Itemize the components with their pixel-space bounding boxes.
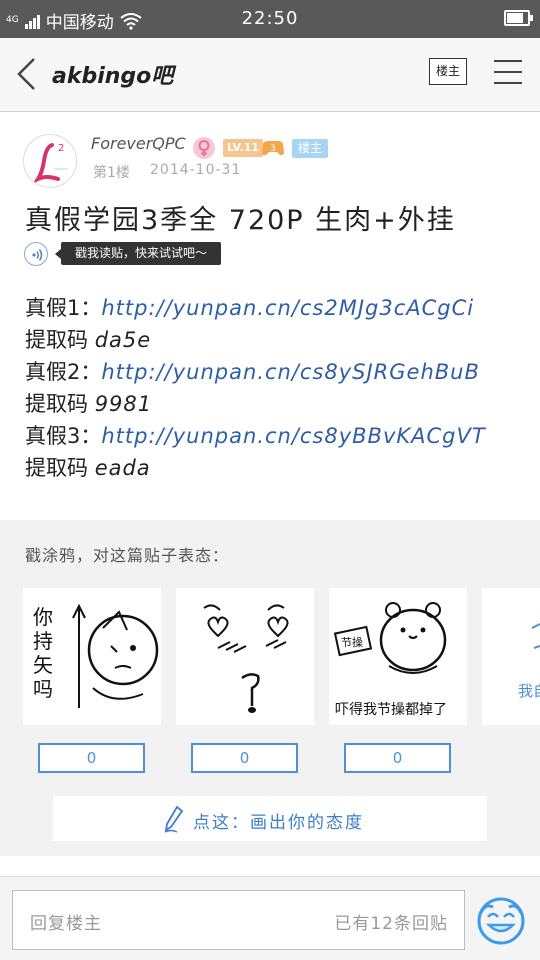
doodle-card[interactable]: 你 持 矢 吗: [23, 588, 161, 725]
share-link[interactable]: http://yunpan.cn/cs2MJg3cACgCi: [101, 296, 474, 320]
post-content: 真假1：http://yunpan.cn/cs2MJg3cACgCi 提取码 d…: [25, 292, 486, 484]
draw-doodle-label: 点这：画出你的态度: [193, 813, 364, 833]
voice-read-tooltip: 戳我读贴，快来试试吧～: [54, 242, 222, 265]
post-date: 2014-10-31: [150, 162, 242, 178]
content-label: 真假2：: [25, 360, 102, 384]
draw-doodle-button[interactable]: 点这：画出你的态度: [53, 796, 487, 841]
content-line: 提取码 da5e: [25, 324, 486, 356]
svg-text:吗: 吗: [33, 677, 53, 701]
doodle-hamster-image: 节操 吓得我节操都掉了: [333, 602, 447, 718]
reply-placeholder: 回复楼主: [30, 914, 102, 934]
doodle-partial-image: 我自: [518, 623, 540, 700]
svg-text:我自: 我自: [518, 682, 540, 700]
content-line: 真假3：http://yunpan.cn/cs8yBBvKACgVT: [25, 420, 486, 452]
only-author-button[interactable]: 楼主: [429, 58, 467, 85]
author-tag: 楼主: [292, 139, 329, 158]
content-label: 提取码: [25, 328, 95, 352]
reply-input[interactable]: 回复楼主 已有12条回贴: [12, 890, 465, 950]
content-line: 提取码 eada: [25, 452, 486, 484]
svg-text:吓得我节操都掉了: 吓得我节操都掉了: [335, 701, 447, 718]
content-line: 真假2：http://yunpan.cn/cs8ySJRGehBuB: [25, 356, 486, 388]
share-link[interactable]: http://yunpan.cn/cs8yBBvKACgVT: [101, 424, 485, 448]
doodle-vote-count[interactable]: 0: [344, 743, 451, 773]
forum-title: akbingo吧: [52, 64, 174, 89]
smiley-face-icon[interactable]: [475, 893, 527, 945]
post-title: 真假学园3季全 720P 生肉+外挂: [25, 205, 456, 236]
svg-text:矢: 矢: [33, 653, 53, 677]
doodle-card[interactable]: 节操 吓得我节操都掉了: [329, 588, 467, 725]
extraction-code: 9981: [94, 392, 153, 416]
extraction-code: eada: [94, 456, 151, 480]
reply-count: 已有12条回贴: [334, 914, 448, 934]
content-label: 真假3：: [25, 424, 102, 448]
gamepad-medal-icon: 3: [260, 137, 286, 159]
doodle-vote-count[interactable]: 0: [191, 743, 298, 773]
reply-bar: 回复楼主 已有12条回贴: [0, 876, 540, 960]
post-main: 2 ForeverQPC LV.11 3 楼主 第1楼 2014-10-31 真…: [0, 112, 540, 520]
svg-text:3: 3: [270, 144, 276, 154]
status-bar: 4G 中国移动 22:50: [0, 0, 540, 38]
doodle-section: 戳涂鸦，对这篇贴子表态： 你 持 矢 吗 节操 吓得我节操都掉了 我 0 0 0…: [0, 520, 540, 856]
doodle-heart-eyes-image: [203, 604, 289, 713]
doodle-heading: 戳涂鸦，对这篇贴子表态：: [25, 546, 230, 565]
clock: 22:50: [241, 8, 299, 29]
doodle-vote-count[interactable]: 0: [38, 743, 145, 773]
doodle-card[interactable]: [176, 588, 314, 725]
battery-icon: [504, 10, 533, 26]
menu-icon[interactable]: [494, 60, 522, 84]
svg-text:节操: 节操: [341, 635, 363, 649]
female-gender-icon: [193, 137, 215, 159]
pen-icon: [164, 805, 184, 833]
content-label: 提取码: [25, 456, 95, 480]
svg-text:持: 持: [33, 629, 53, 653]
content-line: 真假1：http://yunpan.cn/cs2MJg3cACgCi: [25, 292, 486, 324]
content-line: 提取码 9981: [25, 388, 486, 420]
nav-bar: akbingo吧 楼主: [0, 38, 540, 112]
avatar-logo-icon: 2: [32, 143, 68, 185]
level-badge: LV.11: [223, 139, 264, 157]
content-label: 真假1：: [25, 296, 102, 320]
floor-number: 第1楼: [93, 165, 130, 181]
share-link[interactable]: http://yunpan.cn/cs8ySJRGehBuB: [101, 360, 480, 384]
content-label: 提取码: [25, 392, 95, 416]
username[interactable]: ForeverQPC: [91, 134, 186, 153]
svg-text:2: 2: [58, 143, 64, 154]
doodle-card[interactable]: 我自: [482, 588, 540, 725]
doodle-arrow-guy-image: 你 持 矢 吗: [33, 603, 159, 708]
battery-level: [507, 13, 523, 23]
extraction-code: da5e: [94, 328, 152, 352]
voice-read-icon[interactable]: [24, 242, 48, 266]
avatar[interactable]: 2: [23, 134, 77, 188]
svg-text:你: 你: [33, 605, 53, 629]
back-arrow-icon[interactable]: [14, 56, 40, 92]
